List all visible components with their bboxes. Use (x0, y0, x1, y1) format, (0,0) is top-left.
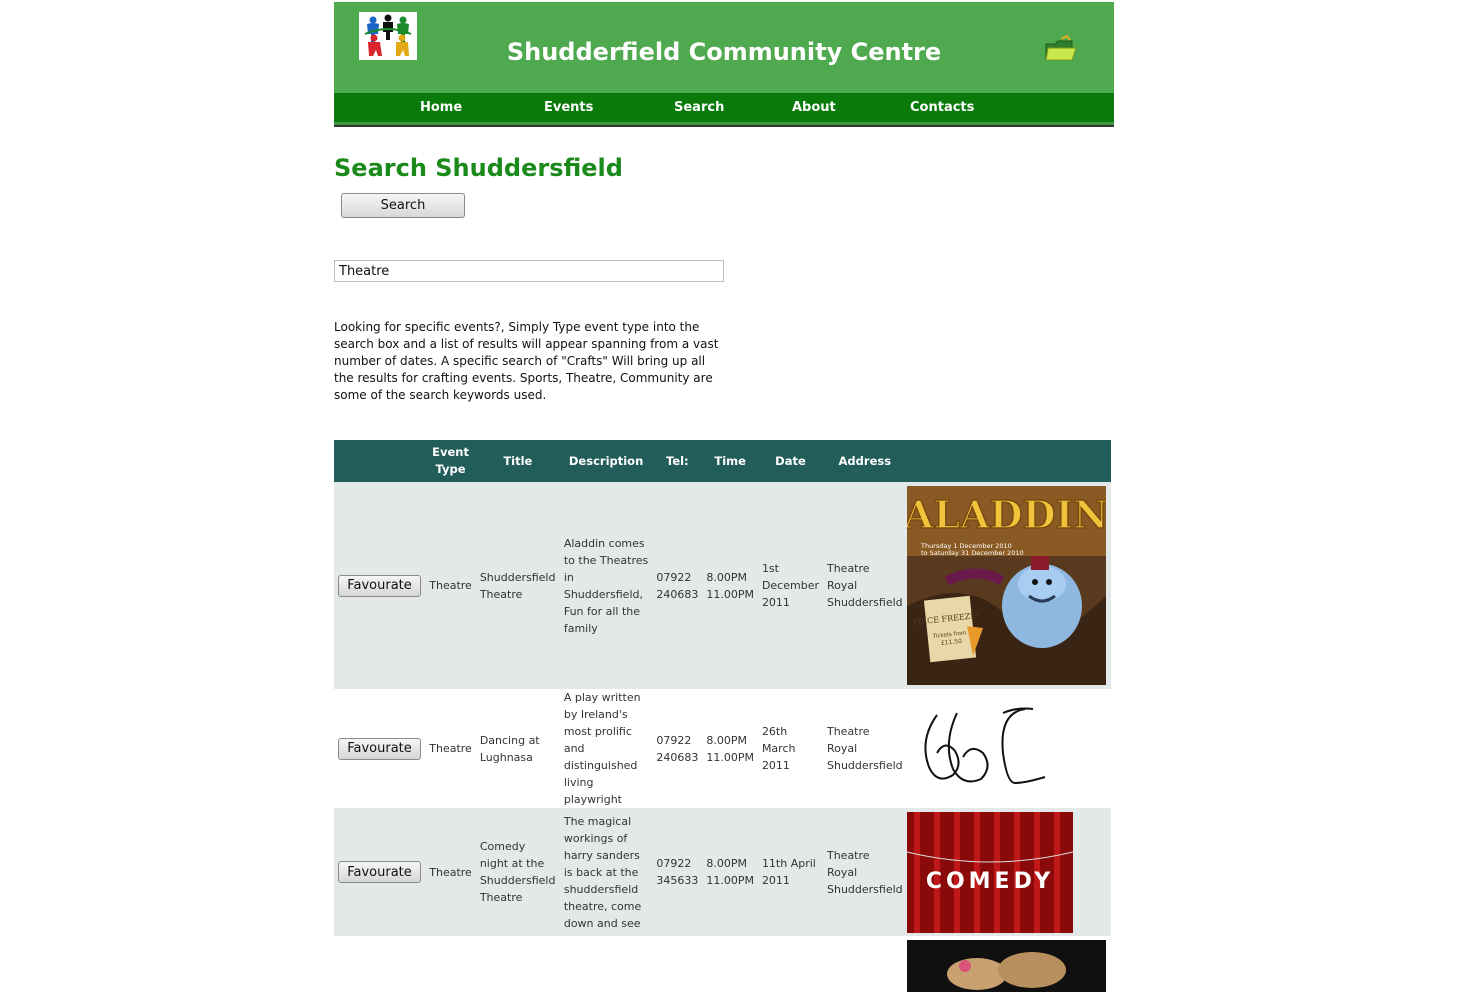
nav-divider (334, 125, 1114, 127)
time-cell: 8.00PM 11.00PM (702, 482, 758, 689)
comedy-poster-image: COMEDY (906, 811, 1073, 933)
time-cell: 8.00PM 11.00PM (706, 733, 754, 764)
search-input[interactable] (334, 260, 724, 282)
nav-search[interactable]: Search (674, 100, 724, 115)
header-title: Title (475, 440, 560, 482)
description-cell: Aladdin comes to the Theatres in Shudder… (559, 482, 653, 689)
address-cell: Theatre Royal Shuddersfield (822, 808, 907, 936)
favourite-button[interactable]: Favourate (338, 574, 421, 597)
event-type-cell: Theatre (425, 482, 476, 689)
site-title: Shudderfield Community Centre (506, 38, 942, 66)
folder-icon[interactable] (1044, 34, 1078, 63)
main-nav: Home Events Search About Contacts (334, 93, 1114, 127)
table-row: Favourate Theatre Shuddersfield Theatre … (334, 482, 1111, 689)
table-row: Favourate Theatre Dancing at Lughnasa A … (334, 689, 1111, 808)
favourite-button[interactable]: Favourate (338, 861, 421, 883)
description-cell: A play written by Ireland's most prolifi… (563, 691, 641, 806)
search-help-text: Looking for specific events?, Simply Typ… (334, 320, 719, 402)
event-type-cell: Theatre (425, 808, 476, 936)
address-cell: Theatre Royal Shuddersfield (822, 482, 907, 689)
tel-cell: 07922 240683 (656, 733, 699, 764)
header-description: Description (559, 440, 653, 482)
site-header: Shudderfield Community Centre (334, 2, 1114, 94)
search-button[interactable]: Search (341, 193, 465, 218)
table-row (334, 936, 1111, 996)
nav-home[interactable]: Home (420, 100, 462, 115)
page-title: Search Shuddersfield (334, 154, 623, 182)
results-table: Event Type Title Description Tel: Time D… (334, 440, 1111, 996)
nav-contacts[interactable]: Contacts (910, 100, 974, 115)
tel-cell: 07922 240683 (652, 482, 703, 689)
poster-title: ALADDIN (907, 492, 1106, 537)
title-cell: Comedy night at the Shuddersfield Theatr… (475, 808, 560, 936)
event-type-cell: Theatre (429, 742, 472, 755)
header-image (906, 440, 1111, 482)
tel-cell: 07922 345633 (652, 808, 703, 936)
date-cell: 1st December 2011 (757, 482, 823, 689)
title-cell: Shuddersfield Theatre (475, 482, 560, 689)
description-cell: The magical workings of harry sanders is… (559, 808, 653, 936)
title-cell: Dancing at Lughnasa (479, 733, 540, 764)
header-date: Date (757, 440, 823, 482)
nav-events[interactable]: Events (544, 100, 593, 115)
address-cell: Theatre Royal Shuddersfield (826, 725, 903, 772)
table-row: Favourate Theatre Comedy night at the Sh… (334, 808, 1111, 936)
event-poster-image (906, 940, 1106, 992)
table-header-row: Event Type Title Description Tel: Time D… (334, 440, 1111, 482)
nav-about[interactable]: About (792, 100, 836, 115)
header-address: Address (822, 440, 907, 482)
favourite-button[interactable]: Favourate (338, 737, 421, 760)
header-favourite (334, 440, 426, 482)
aladdin-poster-image: ALADDIN Thursday 1 December 2010 to Satu… (906, 486, 1106, 685)
time-cell: 8.00PM 11.00PM (702, 808, 758, 936)
header-tel: Tel: (652, 440, 703, 482)
svg-text:to Saturday 31 December 2010: to Saturday 31 December 2010 (921, 549, 1024, 557)
lughnasa-logo-image (924, 707, 1045, 784)
date-cell: 26th March 2011 (761, 725, 796, 772)
poster-title: COMEDY (925, 869, 1053, 894)
date-cell: 11th April 2011 (757, 808, 823, 936)
header-event-type: Event Type (425, 440, 476, 482)
header-time: Time (702, 440, 758, 482)
